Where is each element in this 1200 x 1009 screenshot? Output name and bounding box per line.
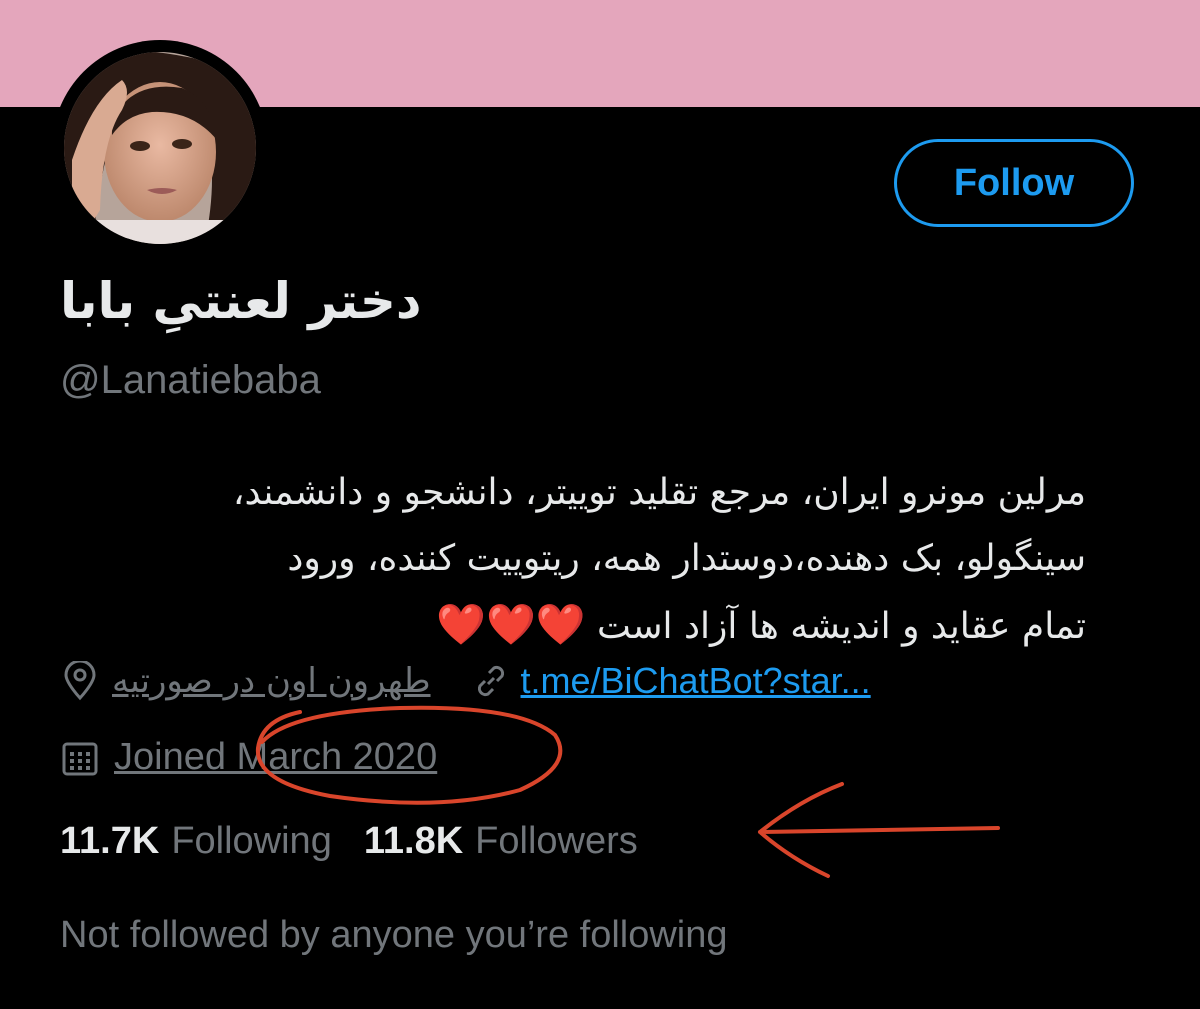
profile-link[interactable]: t.me/BiChatBot?star... [521, 660, 871, 702]
follow-stats: 11.7K Following 11.8K Followers [60, 820, 670, 863]
avatar[interactable] [52, 40, 268, 256]
display-name: دختر لعنتیِ بابا [60, 272, 422, 330]
following-label: Following [171, 820, 332, 862]
following-stat[interactable]: 11.7K Following [60, 820, 332, 863]
followers-stat[interactable]: 11.8K Followers [364, 820, 638, 863]
profile-meta-row: طهرون اون در صورتیه t.me/BiChatBot?star.… [60, 660, 871, 702]
joined-row: Joined March 2020 [60, 736, 437, 779]
hearts-emoji: ❤️❤️❤️ [436, 602, 586, 648]
username-handle: @Lanatiebaba [60, 358, 321, 402]
profile-bio: مرلین مونرو ایران، مرجع تقلید توییتر، دا… [56, 460, 1086, 660]
annotation-arrow [758, 782, 1000, 878]
bio-line: سینگولو، بک دهنده،دوستدار همه، ریتوییت ک… [287, 538, 1086, 579]
location-text[interactable]: طهرون اون در صورتیه [112, 661, 431, 701]
bio-line: مرلین مونرو ایران، مرجع تقلید توییتر، دا… [232, 472, 1086, 513]
follow-button[interactable]: Follow [894, 139, 1134, 227]
not-followed-notice: Not followed by anyone you’re following [60, 914, 728, 956]
following-count: 11.7K [60, 820, 160, 862]
bio-line-text: تمام عقاید و اندیشه ها آزاد است [597, 606, 1086, 647]
calendar-icon [60, 738, 100, 778]
link-icon [471, 661, 511, 701]
followers-label: Followers [475, 820, 638, 862]
location-pin-icon [60, 661, 100, 701]
followers-count: 11.8K [363, 820, 464, 862]
bio-line: تمام عقاید و اندیشه ها آزاد است ❤️❤️❤️ [56, 592, 1086, 660]
joined-date: Joined March 2020 [114, 736, 438, 778]
